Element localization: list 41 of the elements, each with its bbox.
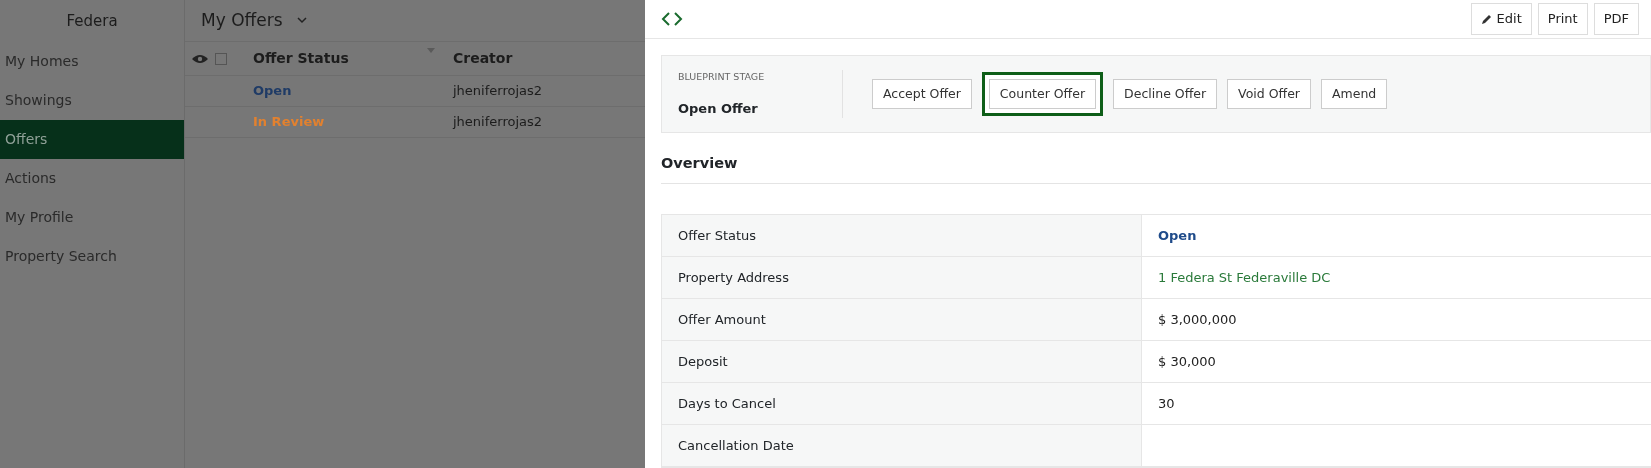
chevron-down-icon[interactable] [296, 17, 307, 24]
table-cell: jheniferrojas2 [453, 83, 543, 99]
sidebar-item[interactable]: My Homes [0, 42, 184, 81]
action-button[interactable]: Decline Offer [1113, 78, 1218, 110]
action-button[interactable]: Counter Offer [981, 71, 1104, 117]
column-header[interactable]: Offer Status [253, 48, 349, 69]
pdf-button[interactable]: PDF [1593, 3, 1639, 35]
sidebar-item[interactable]: Showings [0, 81, 184, 120]
view-title: My Offers [201, 8, 283, 32]
field-value: 30 [1158, 394, 1175, 413]
action-button[interactable]: Amend [1321, 78, 1388, 110]
status-text: Open [253, 82, 292, 101]
edit-button[interactable]: Edit [1470, 3, 1532, 35]
sidebar-item[interactable]: My Profile [0, 198, 184, 237]
table-cell: jheniferrojas2 [453, 114, 543, 130]
field-value: Open [1158, 226, 1197, 245]
field-label: Property Address [678, 268, 789, 287]
code-icon [661, 11, 683, 26]
action-button[interactable]: Accept Offer [872, 78, 972, 110]
column-header[interactable]: Creator [453, 50, 513, 66]
sidebar-item[interactable]: Actions [0, 159, 184, 198]
status-text: In Review [253, 113, 325, 132]
pencil-icon [1480, 14, 1492, 26]
print-button[interactable]: Print [1537, 3, 1588, 35]
section-title: Overview [661, 153, 1651, 184]
action-button[interactable]: Void Offer [1227, 78, 1311, 110]
field-value: $ 3,000,000 [1158, 310, 1237, 329]
field-label: Offer Status [678, 226, 757, 245]
stage-label: BLUEPRINT STAGE [678, 70, 766, 84]
field-label: Days to Cancel [678, 394, 776, 413]
eye-icon[interactable] [192, 53, 208, 64]
field-label: Offer Amount [678, 310, 766, 329]
field-label: Cancellation Date [678, 436, 794, 455]
sidebar-item[interactable]: Property Search [0, 237, 184, 276]
field-value: $ 30,000 [1158, 352, 1216, 371]
app-name: Federa [66, 10, 118, 32]
stage-name: Open Offer [678, 99, 759, 118]
field-label: Deposit [678, 352, 728, 371]
select-all-checkbox[interactable] [215, 52, 227, 65]
sidebar-item[interactable]: Offers [0, 120, 184, 159]
address-link[interactable]: 1 Federa St Federaville DC [1158, 267, 1331, 288]
